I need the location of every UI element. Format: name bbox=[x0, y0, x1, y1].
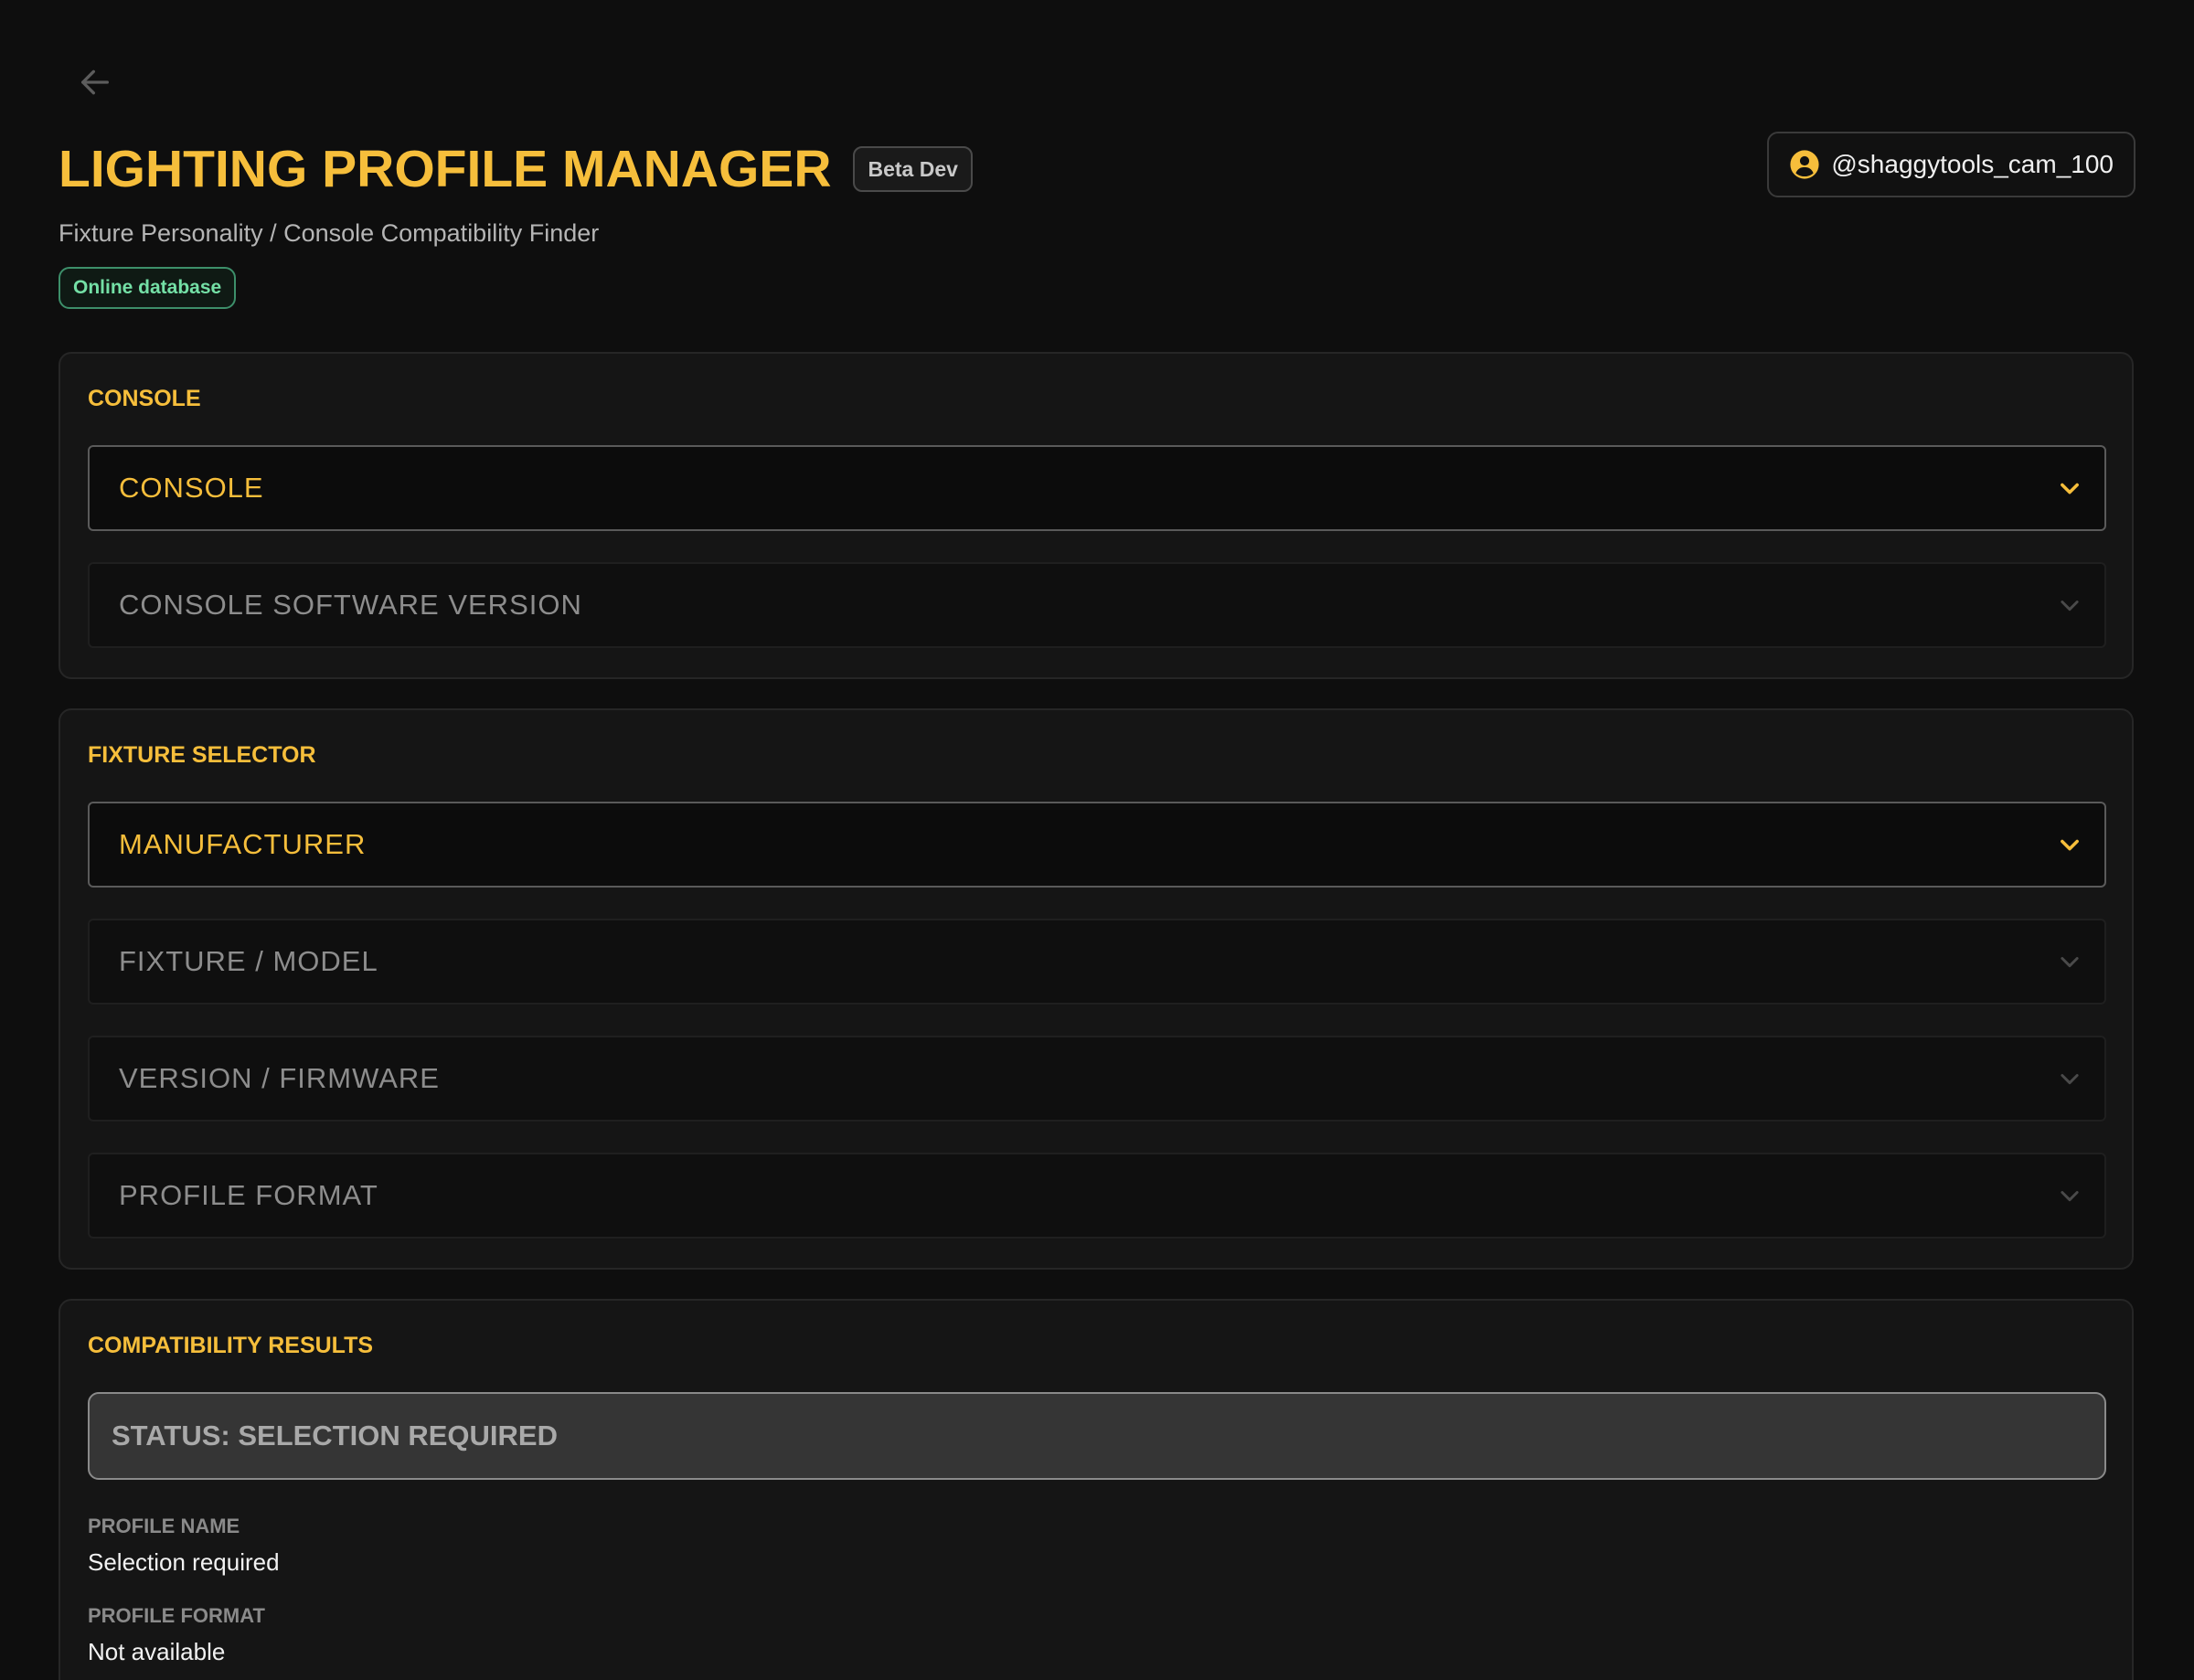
console-select[interactable]: CONSOLE bbox=[88, 445, 2106, 531]
version-firmware-select-label: VERSION / FIRMWARE bbox=[119, 1062, 440, 1094]
profile-format-label: PROFILE FORMAT bbox=[88, 1604, 265, 1627]
beta-badge: Beta Dev bbox=[853, 146, 973, 192]
profile-format-select[interactable]: PROFILE FORMAT bbox=[88, 1153, 2106, 1239]
page-title: LIGHTING PROFILE MANAGER bbox=[59, 140, 832, 198]
chevron-down-icon bbox=[2061, 1074, 2079, 1085]
chevron-down-icon bbox=[2061, 957, 2079, 968]
profile-format-value: Not available bbox=[88, 1638, 226, 1665]
chevron-down-icon bbox=[2061, 839, 2079, 851]
status-banner: STATUS: SELECTION REQUIRED bbox=[88, 1392, 2106, 1480]
profile-format-select-label: PROFILE FORMAT bbox=[119, 1179, 378, 1211]
results-section-title: COMPATIBILITY RESULTS bbox=[88, 1333, 374, 1358]
fixture-section-title: FIXTURE SELECTOR bbox=[88, 742, 316, 768]
page-subtitle: Fixture Personality / Console Compatibil… bbox=[59, 219, 600, 247]
back-button[interactable] bbox=[73, 60, 117, 104]
console-software-version-select[interactable]: CONSOLE SOFTWARE VERSION bbox=[88, 562, 2106, 648]
user-circle-icon bbox=[1789, 149, 1820, 180]
user-handle: @shaggytools_cam_100 bbox=[1831, 150, 2114, 178]
manufacturer-select-label: MANUFACTURER bbox=[119, 828, 367, 860]
online-database-badge: Online database bbox=[59, 267, 237, 309]
user-account-button[interactable]: @shaggytools_cam_100 bbox=[1767, 132, 2135, 197]
chevron-down-icon bbox=[2061, 601, 2079, 611]
manufacturer-select[interactable]: MANUFACTURER bbox=[88, 802, 2106, 888]
fixture-model-select[interactable]: FIXTURE / MODEL bbox=[88, 919, 2106, 1005]
console-software-version-label: CONSOLE SOFTWARE VERSION bbox=[119, 589, 582, 621]
console-select-label: CONSOLE bbox=[119, 472, 264, 504]
profile-name-value: Selection required bbox=[88, 1548, 280, 1576]
profile-name-label: PROFILE NAME bbox=[88, 1515, 240, 1537]
fixture-model-select-label: FIXTURE / MODEL bbox=[119, 945, 378, 977]
compatibility-results-card: COMPATIBILITY RESULTS STATUS: SELECTION … bbox=[59, 1299, 2134, 1680]
chevron-down-icon bbox=[2061, 483, 2079, 494]
console-card: CONSOLE CONSOLE CONSOLE SOFTWARE VERSION bbox=[59, 352, 2134, 679]
arrow-left-icon bbox=[81, 69, 110, 95]
status-text: STATUS: SELECTION REQUIRED bbox=[112, 1419, 558, 1451]
console-section-title: CONSOLE bbox=[88, 386, 201, 411]
fixture-selector-card: FIXTURE SELECTOR MANUFACTURER FIXTURE / … bbox=[59, 708, 2134, 1270]
version-firmware-select[interactable]: VERSION / FIRMWARE bbox=[88, 1036, 2106, 1122]
chevron-down-icon bbox=[2061, 1191, 2079, 1202]
